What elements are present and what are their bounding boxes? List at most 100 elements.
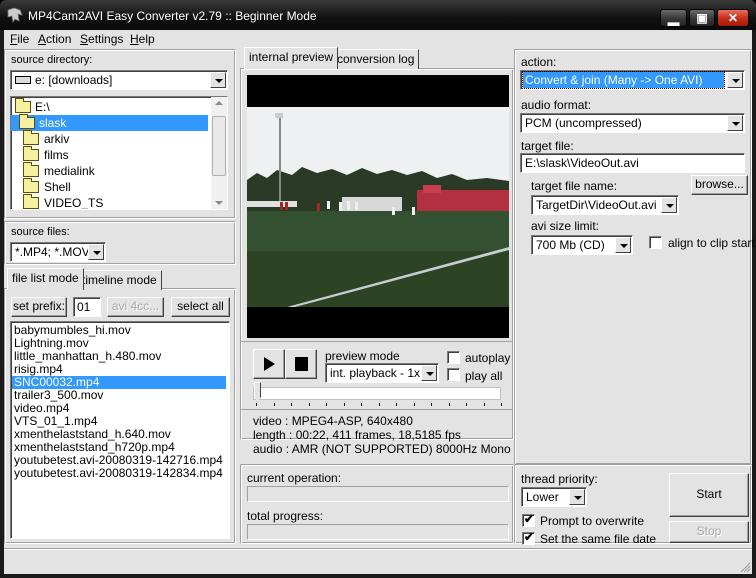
tab-conversion-log[interactable]: conversion log xyxy=(332,49,420,69)
maximize-button[interactable]: ▣ xyxy=(689,9,715,27)
chevron-down-icon[interactable] xyxy=(88,244,104,260)
source-files-label: source files: xyxy=(11,226,70,238)
length-info: length : 00:22, 411 frames, 18,5185 fps xyxy=(253,428,461,442)
status-bar xyxy=(4,548,752,574)
thread-priority-label: thread priority: xyxy=(521,472,598,486)
prompt-overwrite-checkbox[interactable]: ✔ xyxy=(522,512,535,527)
file-list[interactable]: babymumbles_hi.mov Lightning.mov little_ma… xyxy=(10,321,230,539)
chevron-down-icon[interactable] xyxy=(661,197,677,213)
folder-icon xyxy=(23,162,39,177)
play-button[interactable] xyxy=(253,349,285,379)
scroll-thumb[interactable] xyxy=(212,116,226,176)
seek-tick xyxy=(273,403,275,406)
start-button[interactable]: Start xyxy=(669,473,749,517)
tree-item-films[interactable]: films xyxy=(11,146,208,163)
action-label: action: xyxy=(521,55,557,69)
folder-icon xyxy=(23,194,39,209)
menu-file[interactable]: File xyxy=(10,32,29,46)
stop-conversion-button[interactable]: Stop xyxy=(669,521,749,543)
menu-bar: File Action Settings Help xyxy=(4,30,752,47)
tree-item-slask[interactable]: slask xyxy=(11,114,208,131)
tree-item-shell[interactable]: Shell xyxy=(11,178,208,195)
divider xyxy=(241,341,513,342)
video-preview[interactable] xyxy=(247,75,509,338)
run-panel: thread priority: Lower ✔ Prompt to overw… xyxy=(514,464,752,546)
menu-action[interactable]: Action xyxy=(38,32,71,46)
thread-priority-select[interactable]: Lower xyxy=(521,487,587,507)
select-all-button[interactable]: select all xyxy=(171,297,230,317)
title-bar[interactable]: MP4Cam2AVI Easy Converter v2.79 :: Begin… xyxy=(0,0,756,30)
folder-icon xyxy=(23,130,39,145)
seek-tick xyxy=(466,403,467,406)
menu-settings[interactable]: Settings xyxy=(80,32,123,46)
align-to-clip-start-checkbox[interactable] xyxy=(649,236,662,249)
action-value: Convert & join (Many -> One AVI) xyxy=(522,71,725,89)
play-icon xyxy=(264,357,275,371)
drive-icon xyxy=(15,76,31,84)
seek-tick xyxy=(308,403,310,406)
total-progress-label: total progress: xyxy=(247,509,324,523)
resize-grip-icon[interactable] xyxy=(739,561,751,573)
target-file-name-select[interactable]: TargetDir\VideoOut.avi xyxy=(531,195,679,215)
play-all-checkbox[interactable] xyxy=(447,368,460,381)
tree-item-medialink[interactable]: medialink xyxy=(11,162,208,179)
seek-tick xyxy=(483,403,485,406)
tree-item-root[interactable]: E:\ xyxy=(11,98,211,115)
chevron-down-icon[interactable] xyxy=(569,489,585,505)
folder-icon xyxy=(23,178,39,193)
tab-file-list-mode[interactable]: file list mode xyxy=(7,268,84,290)
stop-icon xyxy=(295,357,308,371)
seek-track[interactable] xyxy=(253,387,501,400)
tab-internal-preview[interactable]: internal preview xyxy=(244,47,339,69)
source-directory-panel: source directory: e: [downloads] E:\ sla… xyxy=(4,49,236,219)
maximize-icon: ▣ xyxy=(696,11,708,25)
current-operation-progress xyxy=(247,486,509,502)
folder-open-icon xyxy=(15,98,31,113)
menu-help[interactable]: Help xyxy=(130,32,155,46)
chevron-down-icon[interactable] xyxy=(421,365,437,381)
avi-4cc-button[interactable]: avi 4cc... xyxy=(107,297,164,317)
current-operation-label: current operation: xyxy=(247,471,342,485)
seek-tick xyxy=(448,403,450,406)
tab-timeline-mode[interactable]: timeline mode xyxy=(77,270,162,290)
seek-tick xyxy=(256,403,257,406)
prefix-input[interactable]: 01 xyxy=(73,297,101,317)
autoplay-checkbox[interactable] xyxy=(447,351,460,364)
audio-info: audio : AMR (NOT SUPPORTED) 8000Hz Mono xyxy=(253,442,511,456)
tree-scrollbar[interactable] xyxy=(211,97,227,209)
folder-tree[interactable]: E:\ slask arkiv films medialink Shell VI… xyxy=(10,96,228,210)
divider xyxy=(241,409,513,410)
video-frame xyxy=(247,75,509,338)
scroll-down-icon[interactable] xyxy=(215,201,223,205)
target-file-input[interactable]: E:\slask\VideoOut.avi xyxy=(520,153,745,173)
preview-panel: preview mode int. playback - 1x autoplay… xyxy=(240,68,514,456)
chevron-down-icon[interactable] xyxy=(615,237,631,253)
chevron-down-icon[interactable] xyxy=(727,72,743,88)
chevron-down-icon[interactable] xyxy=(210,72,226,88)
chevron-down-icon[interactable] xyxy=(727,115,743,131)
tree-item-video-ts[interactable]: VIDEO_TS xyxy=(11,194,208,209)
scroll-up-icon[interactable] xyxy=(215,101,223,105)
app-logo-icon xyxy=(7,7,23,23)
file-filter-select[interactable]: *.MP4; *.MOV xyxy=(10,242,106,262)
drive-select[interactable]: e: [downloads] xyxy=(10,70,228,90)
folder-open-icon xyxy=(19,114,35,129)
tree-item-arkiv[interactable]: arkiv xyxy=(11,130,208,147)
preview-mode-select[interactable]: int. playback - 1x xyxy=(325,363,439,383)
seek-tick xyxy=(343,403,345,406)
source-files-panel: source files: *.MP4; *.MOV xyxy=(4,221,236,265)
align-to-clip-start-label: align to clip start xyxy=(668,236,755,250)
audio-format-select[interactable]: PCM (uncompressed) xyxy=(520,113,745,133)
client-area: File Action Settings Help source directo… xyxy=(4,30,755,574)
same-file-date-label: Set the same file date xyxy=(540,532,657,546)
same-file-date-checkbox[interactable]: ✔ xyxy=(522,530,535,545)
set-prefix-button[interactable]: set prefix: xyxy=(11,297,67,317)
seek-tick xyxy=(413,403,415,406)
file-list-item[interactable]: youtubetest.avi-20080319-142834.mp4 xyxy=(12,467,226,480)
close-button[interactable]: ✕ xyxy=(717,9,749,27)
avi-size-limit-select[interactable]: 700 Mb (CD) xyxy=(531,235,633,255)
minimize-button[interactable]: ▬ xyxy=(660,9,687,29)
stop-button[interactable] xyxy=(285,349,317,379)
browse-button[interactable]: browse... xyxy=(691,175,748,195)
action-select[interactable]: Convert & join (Many -> One AVI) xyxy=(520,70,745,90)
